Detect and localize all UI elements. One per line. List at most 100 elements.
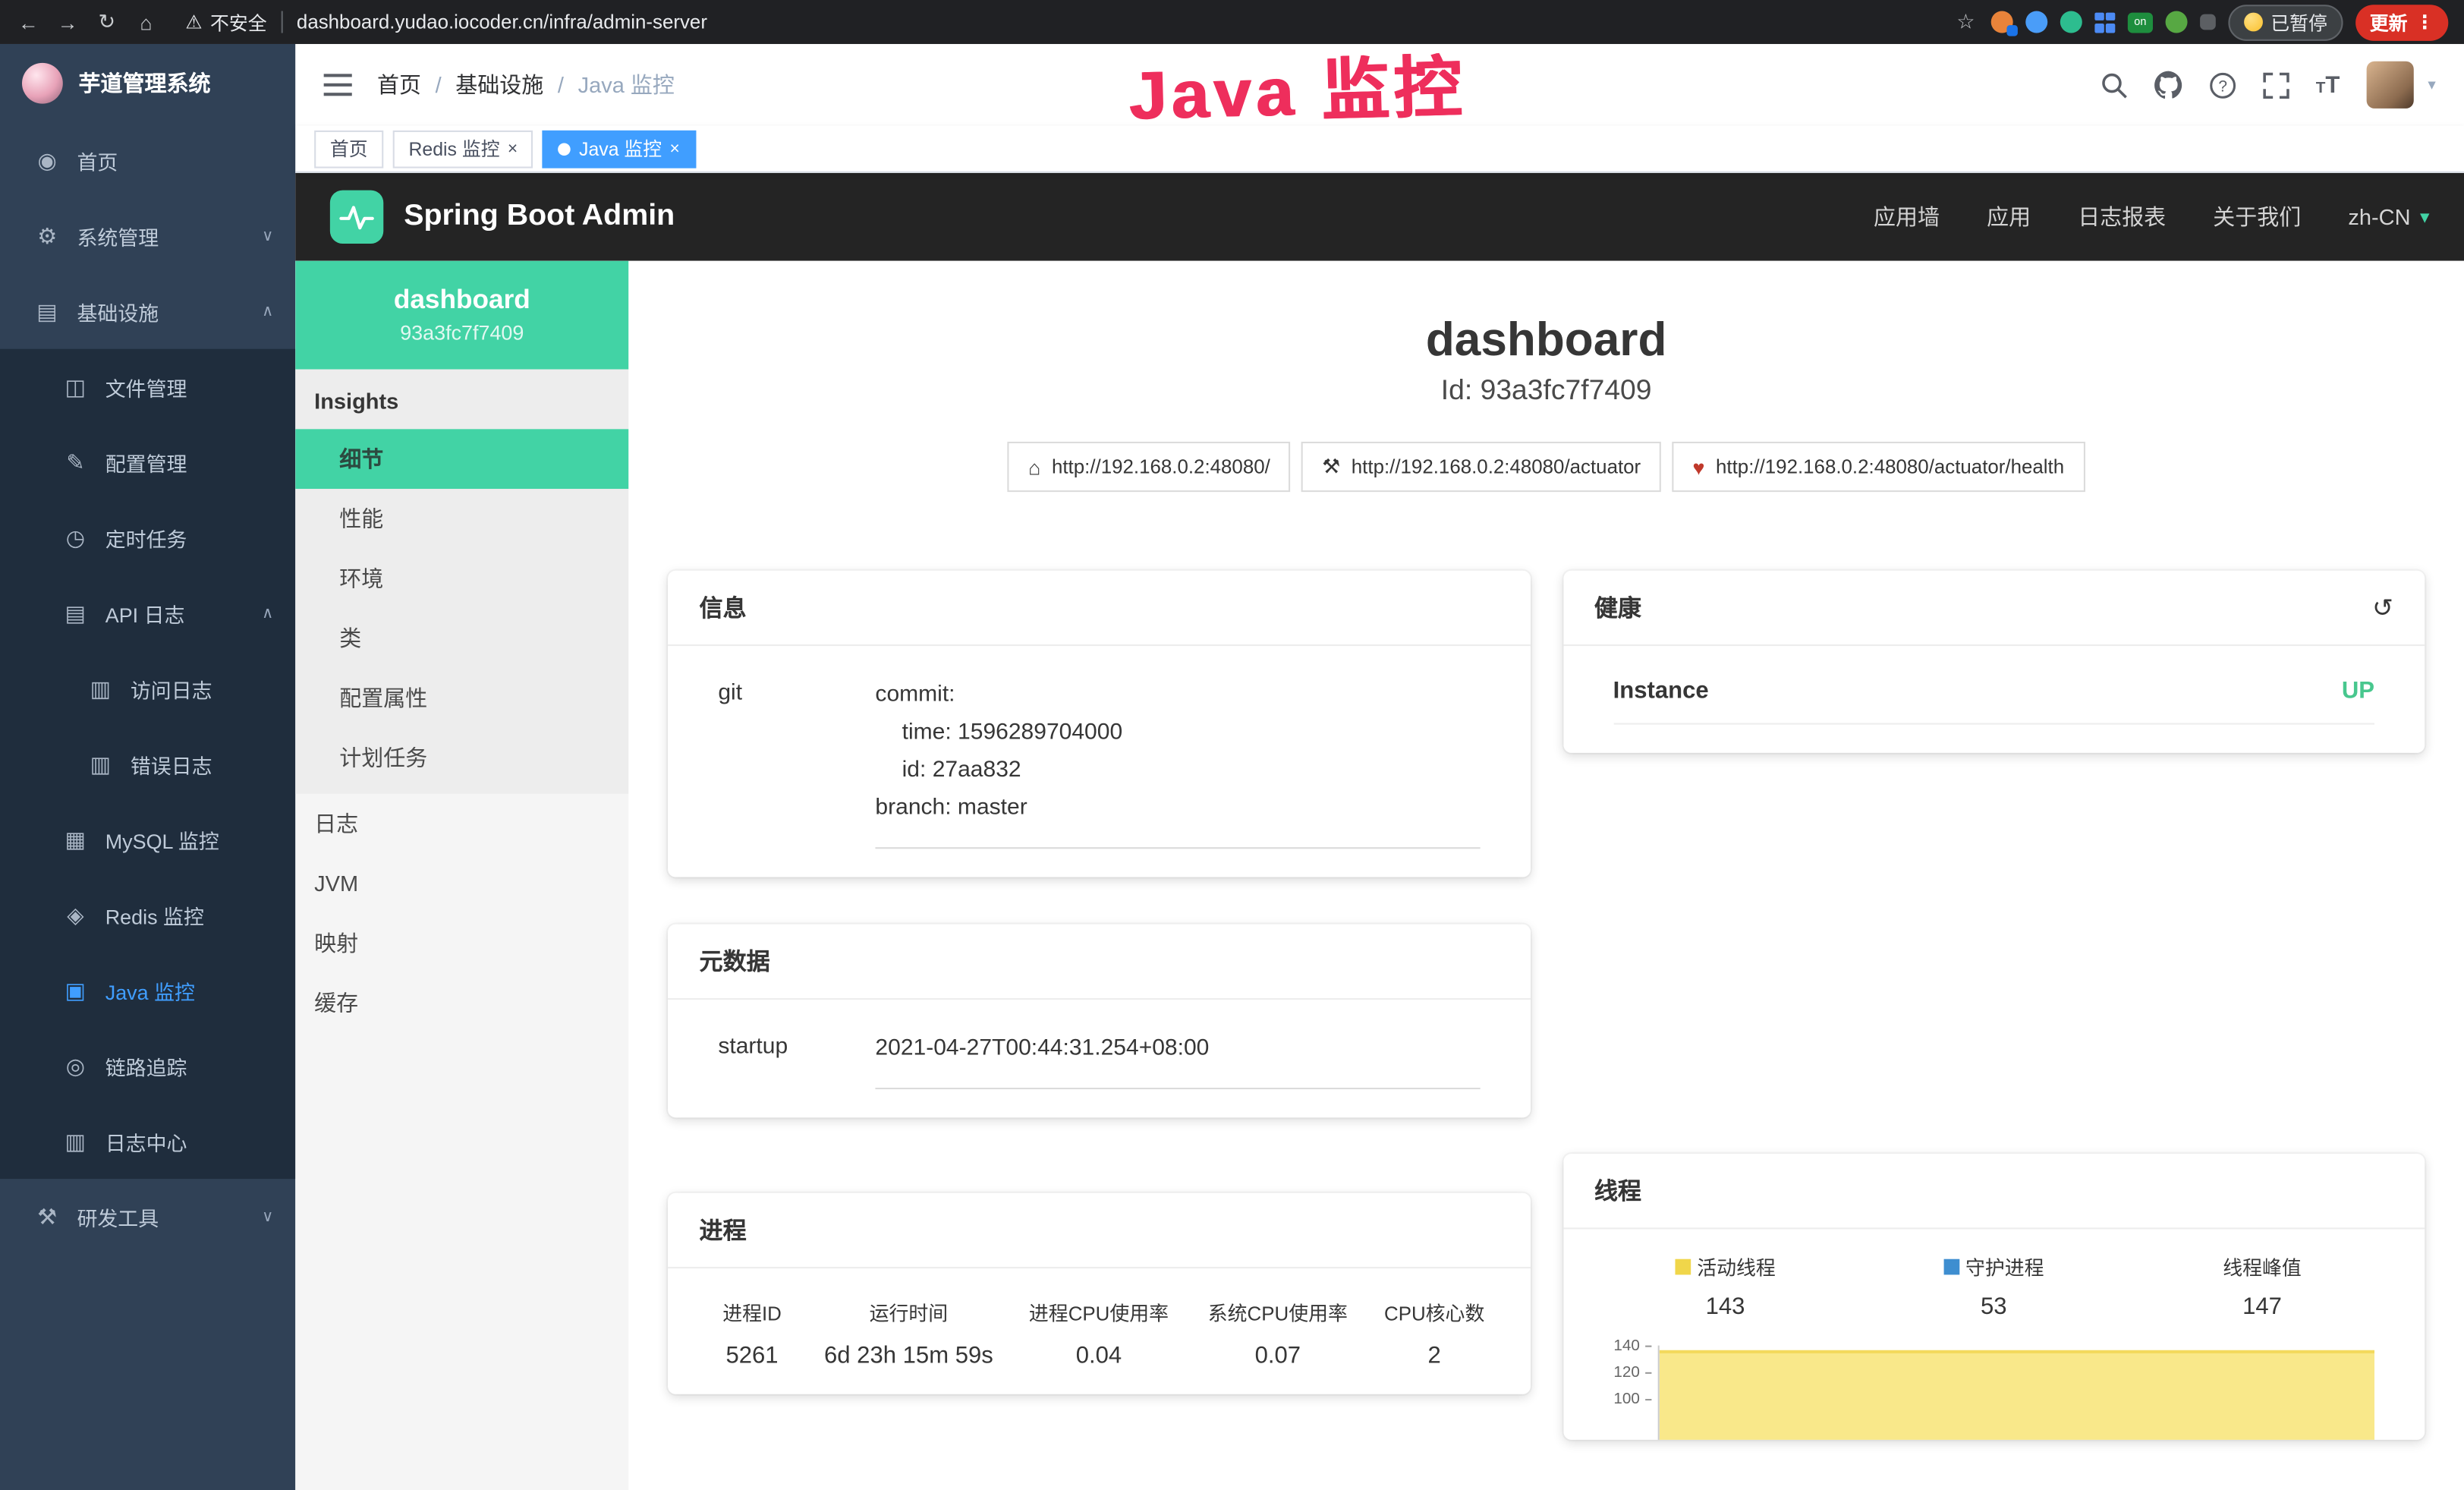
instance-link-health[interactable]: ♥ http://192.168.0.2:48080/actuator/heal… <box>1673 442 2085 492</box>
search-icon[interactable] <box>2101 71 2127 98</box>
forward-icon[interactable]: → <box>55 10 80 33</box>
document-icon: ▥ <box>88 675 113 701</box>
sba-nav-wall[interactable]: 应用墙 <box>1874 201 1940 232</box>
process-header: 系统CPU使用率 <box>1188 1290 1367 1341</box>
link-label: http://192.168.0.2:48080/actuator/health <box>1716 456 2064 478</box>
card-body: 进程ID 运行时间 进程CPU使用率 系统CPU使用率 CPU核心数 5261 … <box>668 1268 1530 1394</box>
back-icon[interactable]: ← <box>16 10 41 33</box>
sba-nav-journal[interactable]: 日志报表 <box>2078 201 2166 232</box>
cards-right-column: 健康 ↺ Instance UP <box>1562 571 2425 1440</box>
fullscreen-icon[interactable] <box>2262 71 2289 98</box>
sidebar-item-home[interactable]: ◉ 首页 <box>0 123 295 198</box>
sidebar-item-java-monitor[interactable]: ▣ Java 监控 <box>0 953 295 1028</box>
help-icon[interactable]: ? <box>2209 71 2236 98</box>
sidebar-item-redis-monitor[interactable]: ◈ Redis 监控 <box>0 877 295 953</box>
sba-item-scheduled-tasks[interactable]: 计划任务 <box>295 728 628 788</box>
health-instance-label: Instance <box>1613 678 1709 704</box>
sidebar-item-access-log[interactable]: ▥ 访问日志 <box>0 650 295 726</box>
breadcrumb-separator: / <box>558 72 564 97</box>
sba-nav-applications[interactable]: 应用 <box>1987 201 2031 232</box>
sba-item-performance[interactable]: 性能 <box>295 489 628 549</box>
breadcrumb-infra[interactable]: 基础设施 <box>455 69 543 100</box>
extension-on-icon[interactable]: on <box>2128 12 2153 33</box>
sidebar-item-log-center[interactable]: ▥ 日志中心 <box>0 1104 295 1179</box>
sba-item-config-props[interactable]: 配置属性 <box>295 668 628 728</box>
java-monitor-icon: ▣ <box>63 977 88 1003</box>
tab-home[interactable]: 首页 <box>314 130 383 168</box>
health-row[interactable]: Instance UP <box>1613 678 2374 725</box>
tab-java-monitor[interactable]: Java 监控 × <box>543 130 695 168</box>
sidebar-item-api-log[interactable]: ▤ API 日志 ∧ <box>0 575 295 650</box>
history-icon[interactable]: ↺ <box>2372 592 2393 623</box>
extension-grid-icon[interactable] <box>2094 12 2115 33</box>
y-tick: 140 <box>1613 1337 1651 1355</box>
process-value: 6d 23h 15m 59s <box>808 1342 1009 1378</box>
chevron-down-icon: ▾ <box>2420 206 2429 228</box>
user-avatar[interactable] <box>2367 61 2414 109</box>
sba-brand[interactable]: Spring Boot Admin <box>404 200 675 235</box>
reload-icon[interactable]: ↻ <box>94 9 119 34</box>
hamburger-icon[interactable] <box>324 72 352 97</box>
sidebar-item-file-manage[interactable]: ◫ 文件管理 <box>0 349 295 424</box>
process-card: 进程 进程ID 运行时间 进程CPU使用率 系统CPU使用率 CPU核心数 52… <box>668 1192 1530 1394</box>
sba-item-caches[interactable]: 缓存 <box>295 973 628 1033</box>
breadcrumb-home[interactable]: 首页 <box>377 69 421 100</box>
extension-icon[interactable] <box>2025 11 2047 33</box>
cards-left-column: 信息 git commit: time: 1596289704000 id: 2… <box>668 571 1530 1394</box>
sidebar-item-dev-tools[interactable]: ⚒ 研发工具 ∨ <box>0 1179 295 1254</box>
security-indicator[interactable]: ⚠ 不安全 <box>185 8 266 35</box>
log-icon: ▥ <box>63 1128 88 1155</box>
caret-down-icon[interactable]: ▾ <box>2428 76 2435 93</box>
sidebar-item-label: 研发工具 <box>77 1202 159 1231</box>
sidebar-item-infra[interactable]: ▤ 基础设施 ∧ <box>0 273 295 348</box>
page-title: dashboard <box>628 314 2464 367</box>
sba-item-logs[interactable]: 日志 <box>295 794 628 854</box>
page-header: 首页 / 基础设施 / Java 监控 Java 监控 ? <box>295 44 2464 126</box>
chrome-update-button[interactable]: 更新 ⋮ <box>2355 4 2448 40</box>
card-body: git commit: time: 1596289704000 id: 27aa… <box>668 646 1530 877</box>
close-icon[interactable]: × <box>669 139 679 158</box>
address-bar[interactable]: dashboard.yudao.iocoder.cn/infra/admin-s… <box>281 11 707 33</box>
bookmark-star-icon[interactable]: ☆ <box>1953 9 1978 34</box>
extension-icon[interactable] <box>2200 14 2216 30</box>
chevron-up-icon: ∧ <box>262 303 273 320</box>
tab-redis-monitor[interactable]: Redis 监控 × <box>393 130 533 168</box>
monitor-icon: ▤ <box>35 298 60 324</box>
sidebar-item-config-manage[interactable]: ✎ 配置管理 <box>0 424 295 499</box>
metadata-card: 元数据 startup 2021-04-27T00:44:31.254+08:0… <box>668 924 1530 1117</box>
sidebar-item-mysql-monitor[interactable]: ▦ MySQL 监控 <box>0 802 295 877</box>
info-key: git <box>718 678 875 849</box>
sba-item-classes[interactable]: 类 <box>295 608 628 668</box>
home-icon[interactable]: ⌂ <box>134 10 159 33</box>
sidebar-item-cron-job[interactable]: ◷ 定时任务 <box>0 500 295 575</box>
extension-icon[interactable] <box>2060 11 2082 33</box>
sba-locale-select[interactable]: zh-CN ▾ <box>2348 204 2429 229</box>
y-tick: 100 <box>1613 1391 1651 1409</box>
sidebar-item-error-log[interactable]: ▥ 错误日志 <box>0 726 295 802</box>
info-line: commit: <box>875 678 1479 716</box>
sidebar-item-label: 首页 <box>77 146 118 175</box>
sidebar-submenu-infra: ◫ 文件管理 ✎ 配置管理 ◷ 定时任务 ▤ API 日志 ∧ <box>0 349 295 1179</box>
github-icon[interactable] <box>2154 71 2182 99</box>
sba-navbar: Spring Boot Admin 应用墙 应用 日志报表 关于我们 zh-CN… <box>295 173 2464 261</box>
sba-nav-about[interactable]: 关于我们 <box>2213 201 2301 232</box>
breadcrumb: 首页 / 基础设施 / Java 监控 <box>377 69 675 100</box>
sidebar-item-system[interactable]: ⚙ 系统管理 ∨ <box>0 198 295 273</box>
instance-link-home[interactable]: ⌂ http://192.168.0.2:48080/ <box>1008 442 1290 492</box>
sba-logo-icon[interactable] <box>330 191 383 244</box>
sba-app-header[interactable]: dashboard 93a3fc7f7409 <box>295 261 628 370</box>
extension-icon[interactable] <box>2165 11 2187 33</box>
close-icon[interactable]: × <box>508 139 518 158</box>
sba-item-jvm[interactable]: JVM <box>295 853 628 913</box>
sba-item-mappings[interactable]: 映射 <box>295 913 628 973</box>
extension-icon[interactable] <box>1991 11 2013 33</box>
profile-paused-badge[interactable]: 已暂停 <box>2228 4 2343 40</box>
browser-menu-icon: ⋮ <box>2415 11 2434 33</box>
sba-item-environment[interactable]: 环境 <box>295 549 628 609</box>
sidebar-item-label: 配置管理 <box>105 447 187 477</box>
chart-area-series <box>1659 1350 2374 1440</box>
sba-item-details[interactable]: 细节 <box>295 429 628 489</box>
instance-link-actuator[interactable]: ⚒ http://192.168.0.2:48080/actuator <box>1301 442 1661 492</box>
sidebar-item-trace[interactable]: ◎ 链路追踪 <box>0 1028 295 1103</box>
font-size-icon[interactable]: TT <box>2316 73 2340 96</box>
